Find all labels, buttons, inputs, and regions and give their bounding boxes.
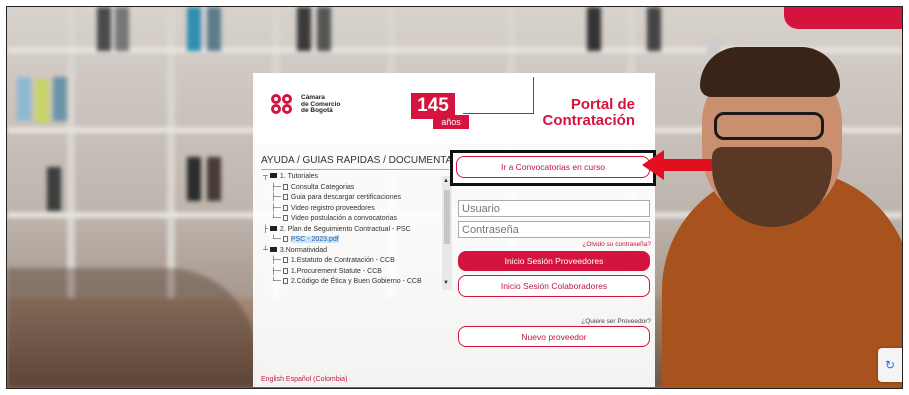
header-rule-vertical (533, 77, 534, 114)
tree-item-psc-2023[interactable]: └─ PSC - 2023.pdf (261, 235, 447, 246)
book (35, 79, 49, 123)
logo-line3: de Bogotá (301, 107, 333, 115)
ccb-logo-icon (271, 94, 295, 116)
want-provider-text: ¿Quiere ser Proveedor? (581, 318, 651, 325)
tree-item-normatividad[interactable]: ┴ 3.Normatividad (261, 246, 447, 257)
tree-item-tutorials[interactable]: ┬ 1. Tutoriales (261, 172, 447, 183)
login-collaborators-button[interactable]: Inicio Sesión Colaboradores (458, 275, 650, 297)
panel-header: Cámara de Comercio de Bogotá 145 años Po… (253, 73, 655, 143)
login-panel: Cámara de Comercio de Bogotá 145 años Po… (253, 73, 656, 387)
scroll-thumb[interactable] (444, 190, 450, 244)
book (17, 77, 31, 121)
anniversary-badge: 145 años (411, 93, 469, 129)
file-icon (282, 236, 288, 242)
file-icon (282, 257, 288, 263)
file-icon (282, 194, 288, 200)
book (207, 157, 221, 201)
new-provider-button[interactable]: Nuevo proveedor (458, 326, 650, 347)
file-icon (282, 278, 288, 284)
book (47, 167, 61, 211)
file-icon (282, 215, 288, 221)
tree-item-plan-seguimiento[interactable]: ├ 2. Plan de Seguimiento Contractual - P… (261, 225, 447, 236)
book (317, 7, 331, 51)
anniversary-word: años (433, 115, 469, 129)
scroll-down-icon[interactable]: ▼ (443, 280, 449, 286)
tree-item-codigo-etica[interactable]: └─ 2.Código de Ética y Buen Gobierno - C… (261, 277, 447, 288)
login-providers-button[interactable]: Inicio Sesión Proveedores (458, 251, 650, 271)
tree-scrollbar[interactable]: ▲ ▼ (442, 176, 452, 290)
file-icon (282, 183, 288, 190)
header-rule (463, 113, 533, 114)
ccb-logo-text: Cámara de Comercio de Bogotá (301, 95, 340, 115)
file-icon (282, 267, 288, 274)
book (207, 7, 221, 51)
book (297, 7, 311, 51)
tree-item-video-postulacion[interactable]: └─ Video postulación a convocatorias (261, 214, 447, 225)
convocatorias-button[interactable]: Ir a Convocatorias en curso (456, 156, 650, 178)
tree-item-guia-certificaciones[interactable]: ├─ Guia para descargar certificaciones (261, 193, 447, 204)
file-icon (282, 204, 288, 211)
tree-item-video-registro[interactable]: ├─ Video registro proveedores (261, 204, 447, 215)
forgot-password-link[interactable]: ¿Olvidó su contraseña? (582, 241, 651, 248)
blurred-chair (7, 268, 257, 388)
username-input[interactable] (458, 200, 650, 217)
person-glasses (714, 112, 824, 140)
book (115, 7, 129, 51)
ccb-logo: Cámara de Comercio de Bogotá (271, 94, 340, 116)
book (187, 157, 201, 201)
person-photo (622, 7, 902, 388)
left-arrow-icon (642, 150, 712, 180)
tree-item-estatuto[interactable]: ├─ 1.Estatuto de Contratación - CCB (261, 256, 447, 267)
recaptcha-icon[interactable]: ↻ (878, 348, 902, 382)
person-hair (700, 47, 840, 97)
red-corner-tab (784, 7, 902, 29)
book (53, 77, 67, 121)
language-switcher: English Español (Colombia) (261, 376, 347, 383)
tree-item-consulta-categorias[interactable]: ├─ Consulta Categorias (261, 183, 447, 194)
folder-icon (269, 246, 277, 252)
lang-english-link[interactable]: English (261, 376, 284, 383)
portal-title-line1: Portal de (570, 96, 635, 113)
folder-icon (269, 225, 277, 231)
tree-item-procurement[interactable]: ├─ 1.Procurement Statute - CCB (261, 267, 447, 278)
lang-spanish-link[interactable]: Español (Colombia) (286, 376, 347, 383)
help-section-title: AYUDA / GUÍAS RÁPIDAS / DOCUMENTACIÓN (261, 155, 451, 166)
book (587, 7, 601, 51)
help-divider (261, 169, 449, 170)
portal-title-line2: Contratación (542, 112, 635, 129)
portal-title: Portal de Contratación (542, 97, 635, 129)
password-input[interactable] (458, 221, 650, 238)
scroll-up-icon[interactable]: ▲ (443, 178, 449, 184)
folder-icon (269, 173, 277, 178)
book (97, 7, 111, 51)
help-tree: ┬ 1. Tutoriales ├─ Consulta Categorias ├… (261, 172, 447, 290)
book (187, 7, 201, 51)
